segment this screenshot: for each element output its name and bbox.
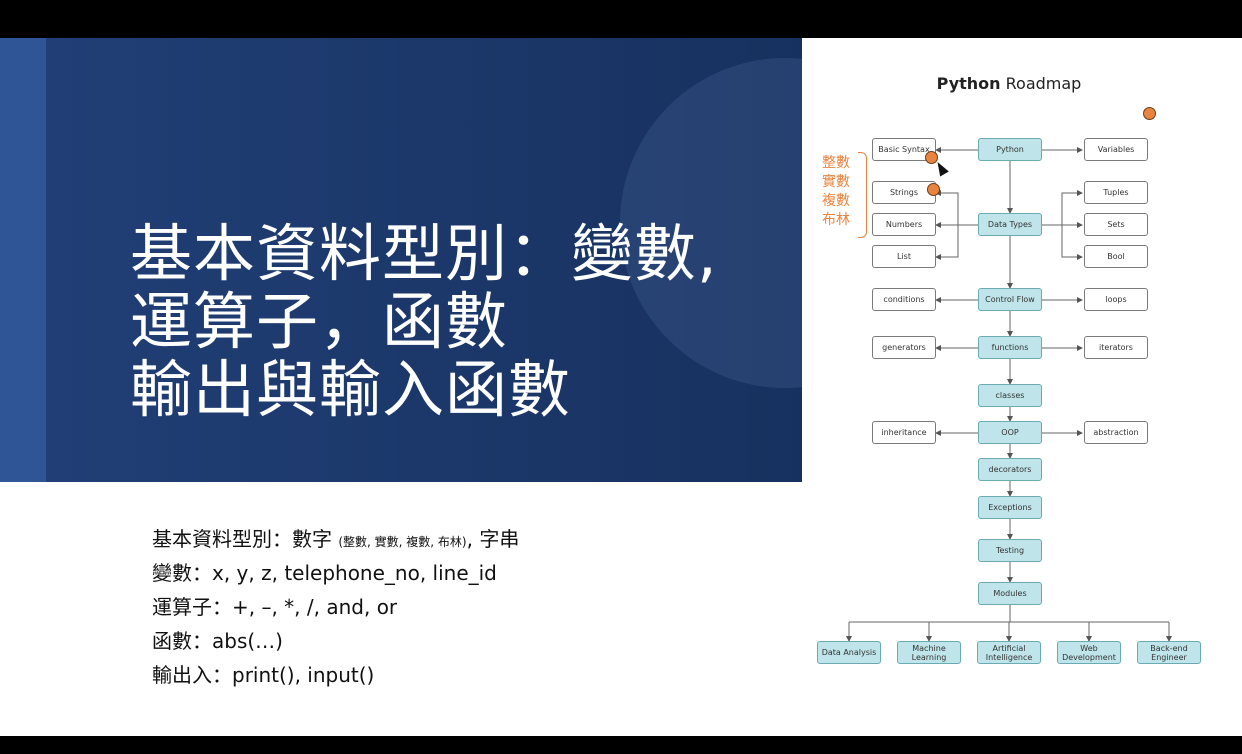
topic-item-functions: 函數：abs(…)	[152, 629, 283, 653]
node-python: Python	[978, 138, 1042, 161]
node-list: List	[872, 245, 936, 268]
topic-list: 基本資料型別：數字 (整數, 實數, 複數, 布林), 字串 變數：x, y, …	[152, 522, 519, 692]
node-testing: Testing	[978, 539, 1042, 562]
node-functions: functions	[978, 336, 1042, 359]
topic-number-types: (整數, 實數, 複數, 布林)	[338, 535, 467, 549]
note-real: 實數	[822, 174, 850, 190]
node-control-flow: Control Flow	[978, 288, 1042, 311]
node-inheritance: inheritance	[872, 421, 936, 444]
node-generators: generators	[872, 336, 936, 359]
node-strings: Strings	[872, 181, 936, 204]
note-integer: 整數	[822, 155, 850, 171]
main-title-line-3: 輸出與輸入函數	[130, 353, 572, 426]
main-title: 基本資料型別：變數, 運算子，函數 輸出與輸入函數	[130, 220, 718, 424]
node-artificial-intelligence: Artificial Intelligence	[977, 641, 1041, 664]
node-sets: Sets	[1084, 213, 1148, 236]
slide: 基本資料型別：變數, 運算子，函數 輸出與輸入函數 基本資料型別：數字 (整數,…	[0, 38, 1242, 736]
node-tuples: Tuples	[1084, 181, 1148, 204]
node-decorators: decorators	[978, 458, 1042, 481]
topic-item-operators: 運算子：+, –, *, /, and, or	[152, 595, 398, 619]
number-types-bracket	[858, 152, 867, 238]
node-web-development: Web Development	[1057, 641, 1121, 664]
python-roadmap: Python Roadmap Python Basic Syntax Varia…	[812, 66, 1212, 676]
variables-marker-dot	[1143, 107, 1156, 120]
node-variables: Variables	[1084, 138, 1148, 161]
node-data-types: Data Types	[978, 213, 1042, 236]
node-oop: OOP	[978, 421, 1042, 444]
node-backend-engineer: Back-end Engineer	[1137, 641, 1201, 664]
note-boolean: 布林	[822, 212, 850, 228]
node-conditions: conditions	[872, 288, 936, 311]
topic-item-variables: 變數：x, y, z, telephone_no, line_id	[152, 561, 497, 585]
main-title-line-2: 運算子，函數	[130, 285, 509, 358]
main-title-line-1: 基本資料型別：變數,	[130, 217, 718, 290]
number-types-notes: 整數 實數 複數 布林	[822, 154, 850, 230]
note-complex: 複數	[822, 193, 850, 209]
node-exceptions: Exceptions	[978, 496, 1042, 519]
node-classes: classes	[978, 384, 1042, 407]
node-numbers: Numbers	[872, 213, 936, 236]
side-stripe	[0, 38, 46, 482]
node-abstraction: abstraction	[1084, 421, 1148, 444]
numbers-marker-dot	[927, 183, 940, 196]
node-bool: Bool	[1084, 245, 1148, 268]
node-machine-learning: Machine Learning	[897, 641, 961, 664]
topic-text-rest: , 字串	[466, 527, 520, 551]
topic-item-types: 基本資料型別：數字 (整數, 實數, 複數, 布林), 字串	[152, 522, 519, 556]
topic-text: 基本資料型別：數字	[152, 527, 339, 551]
node-modules: Modules	[978, 582, 1042, 605]
node-data-analysis: Data Analysis	[817, 641, 881, 664]
node-iterators: iterators	[1084, 336, 1148, 359]
topic-item-io: 輸出入：print(), input()	[152, 663, 375, 687]
title-panel: 基本資料型別：變數, 運算子，函數 輸出與輸入函數	[0, 38, 802, 482]
node-loops: loops	[1084, 288, 1148, 311]
